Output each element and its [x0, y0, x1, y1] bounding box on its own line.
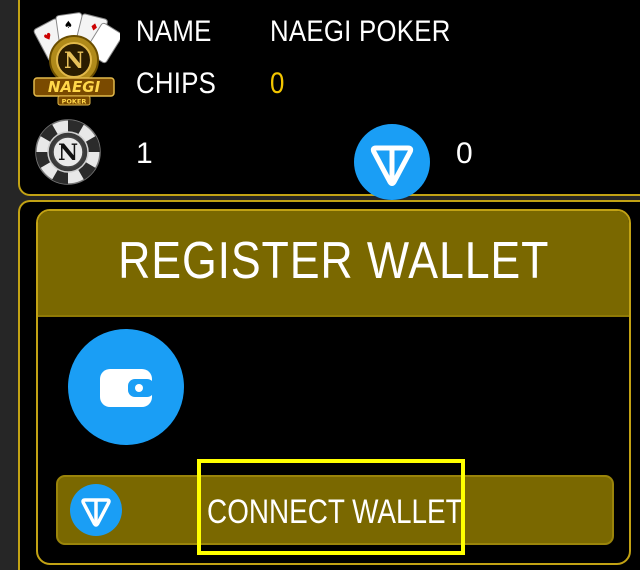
register-wallet-card: REGISTER WALLET CONNECT WALLET [36, 209, 631, 565]
svg-text:NAEGI: NAEGI [48, 78, 101, 96]
connect-wallet-button[interactable]: CONNECT WALLET [56, 475, 614, 545]
profile-panel: ♥ ♠ ♦ N NAEGI POKER NAME NAEGI POKER CHI… [18, 0, 640, 200]
poker-chip-icon: N [35, 119, 101, 185]
ton-count: 0 [456, 137, 473, 170]
app-root: ♥ ♠ ♦ N NAEGI POKER NAME NAEGI POKER CHI… [0, 0, 640, 570]
connect-wallet-text: CONNECT WALLET [207, 493, 463, 531]
chips-value: 0 [270, 67, 285, 100]
svg-text:N: N [64, 48, 84, 74]
register-header: REGISTER WALLET [38, 211, 629, 317]
chips-label: CHIPS [136, 67, 217, 100]
naegi-poker-logo: ♥ ♠ ♦ N NAEGI POKER [33, 12, 120, 106]
wallet-icon[interactable] [68, 329, 184, 445]
name-label: NAME [136, 15, 212, 48]
ton-icon [354, 124, 430, 200]
register-title-text: REGISTER WALLET [117, 232, 550, 290]
svg-text:♠: ♠ [64, 20, 73, 31]
name-value: NAEGI POKER [270, 15, 451, 48]
chip-token-count: 1 [136, 137, 153, 170]
register-title: REGISTER WALLET [38, 229, 629, 293]
connect-wallet-label: CONNECT WALLET [58, 494, 612, 530]
svg-text:POKER: POKER [62, 98, 87, 106]
svg-text:N: N [58, 140, 78, 166]
